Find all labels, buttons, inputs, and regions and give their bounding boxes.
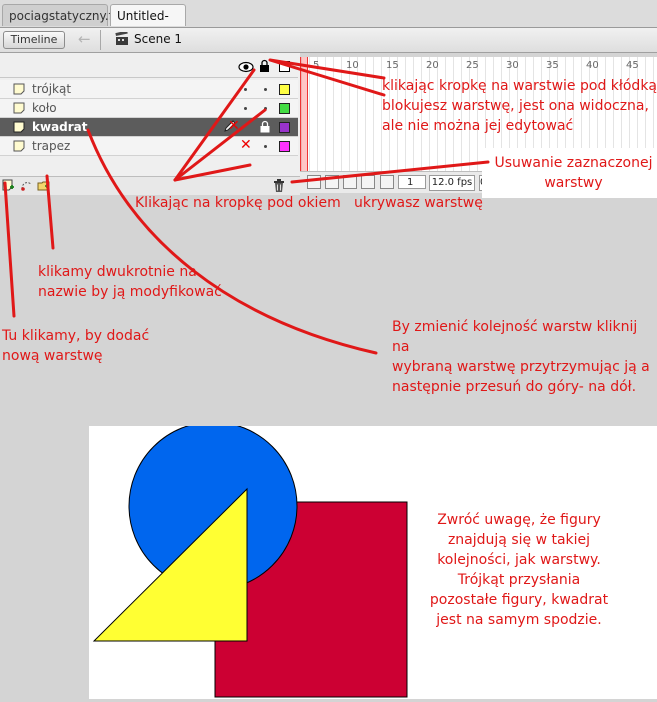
layer-lock-icon[interactable]: [260, 120, 270, 133]
hidden-x-icon[interactable]: ✕: [240, 137, 252, 153]
lock-note: klikając kropkę na warstwie pod kłódką bl…: [382, 78, 657, 134]
hidden-x-icon[interactable]: ✕: [228, 118, 240, 134]
outline-icon[interactable]: [279, 61, 290, 72]
edit-multiple-frames-button[interactable]: [361, 175, 375, 189]
layer-row-trojkat[interactable]: trójkąt: [0, 80, 298, 99]
visibility-dot[interactable]: [244, 107, 247, 110]
layer-icon: [13, 102, 25, 114]
lock-dot[interactable]: [264, 107, 267, 110]
timeline-button[interactable]: Timeline: [3, 31, 65, 49]
scene-label[interactable]: Scene 1: [134, 32, 182, 46]
outline-color-swatch[interactable]: [279, 103, 290, 114]
frame-number: 40: [586, 60, 599, 71]
center-frame-button[interactable]: [307, 175, 321, 189]
rename-note: klikamy dwukrotnie na nazwie by ją modyfi…: [38, 264, 222, 300]
frame-number: 10: [346, 60, 359, 71]
edit-bar: Timeline ← Scene 1: [0, 28, 657, 53]
layer-row-kwadrat[interactable]: kwadrat ✕: [0, 118, 298, 137]
delete-note: Usuwanie zaznaczonej warstwy: [494, 155, 653, 191]
timeline-layers-panel: trójkąt koło kwadrat ✕ trapez ✕: [0, 53, 300, 195]
layer-name[interactable]: trapez: [32, 139, 70, 153]
scene-icon: [115, 32, 128, 45]
layer-icon: [13, 83, 25, 95]
lock-dot[interactable]: [264, 88, 267, 91]
onion-outlines-button[interactable]: [343, 175, 357, 189]
frame-number: 30: [506, 60, 519, 71]
insert-layer-folder-icon[interactable]: [37, 179, 50, 192]
reorder-note: By zmienić kolejność warstw kliknij na wy…: [392, 319, 650, 395]
layer-icon: [13, 140, 25, 152]
outline-color-swatch[interactable]: [279, 122, 290, 133]
layer-name[interactable]: kwadrat: [32, 120, 88, 134]
eye-icon[interactable]: [238, 60, 254, 74]
current-frame-field: 1: [398, 175, 426, 189]
outline-color-swatch[interactable]: [279, 84, 290, 95]
tab-pociagstatyczny[interactable]: pociagstatyczny.fla: [2, 4, 124, 26]
fps-field[interactable]: 12.0 fps: [429, 175, 475, 191]
hide-note: Klikając na kropkę pod okiem ukrywasz wa…: [135, 195, 483, 211]
layer-header: [0, 57, 298, 78]
add-layer-icon[interactable]: [2, 179, 15, 192]
stage-note: Zwróć uwagę, że figury znajdują się w tak…: [429, 512, 609, 628]
frame-number: 5: [313, 60, 320, 71]
trash-icon[interactable]: [272, 178, 286, 193]
layer-icon: [13, 121, 25, 133]
modify-markers-button[interactable]: [380, 175, 394, 189]
lock-icon[interactable]: [259, 59, 270, 73]
back-arrow-icon[interactable]: ←: [78, 30, 92, 48]
visibility-dot[interactable]: [244, 88, 247, 91]
frame-controls: 1 12.0 fps 0.: [300, 171, 497, 193]
layer-name[interactable]: koło: [32, 101, 57, 115]
frame-number: 15: [386, 60, 399, 71]
frame-number: 25: [466, 60, 479, 71]
playhead[interactable]: [300, 57, 308, 180]
document-tabs: pociagstatyczny.fla Untitled-5*: [0, 0, 657, 45]
lock-dot[interactable]: [264, 145, 267, 148]
add-motion-guide-icon[interactable]: [20, 179, 33, 192]
layer-row-kolo[interactable]: koło: [0, 99, 298, 118]
toolbar-separator: [100, 30, 101, 50]
frame-number: 35: [546, 60, 559, 71]
frame-number: 20: [426, 60, 439, 71]
outline-color-swatch[interactable]: [279, 141, 290, 152]
tab-untitled-5[interactable]: Untitled-5*: [110, 4, 186, 45]
layer-name[interactable]: trójkąt: [32, 82, 71, 96]
add-layer-note: Tu klikamy, by dodać nową warstwę: [2, 328, 150, 364]
onion-skin-button[interactable]: [325, 175, 339, 189]
frame-number: 45: [626, 60, 639, 71]
layer-row-trapez[interactable]: trapez ✕: [0, 137, 298, 156]
